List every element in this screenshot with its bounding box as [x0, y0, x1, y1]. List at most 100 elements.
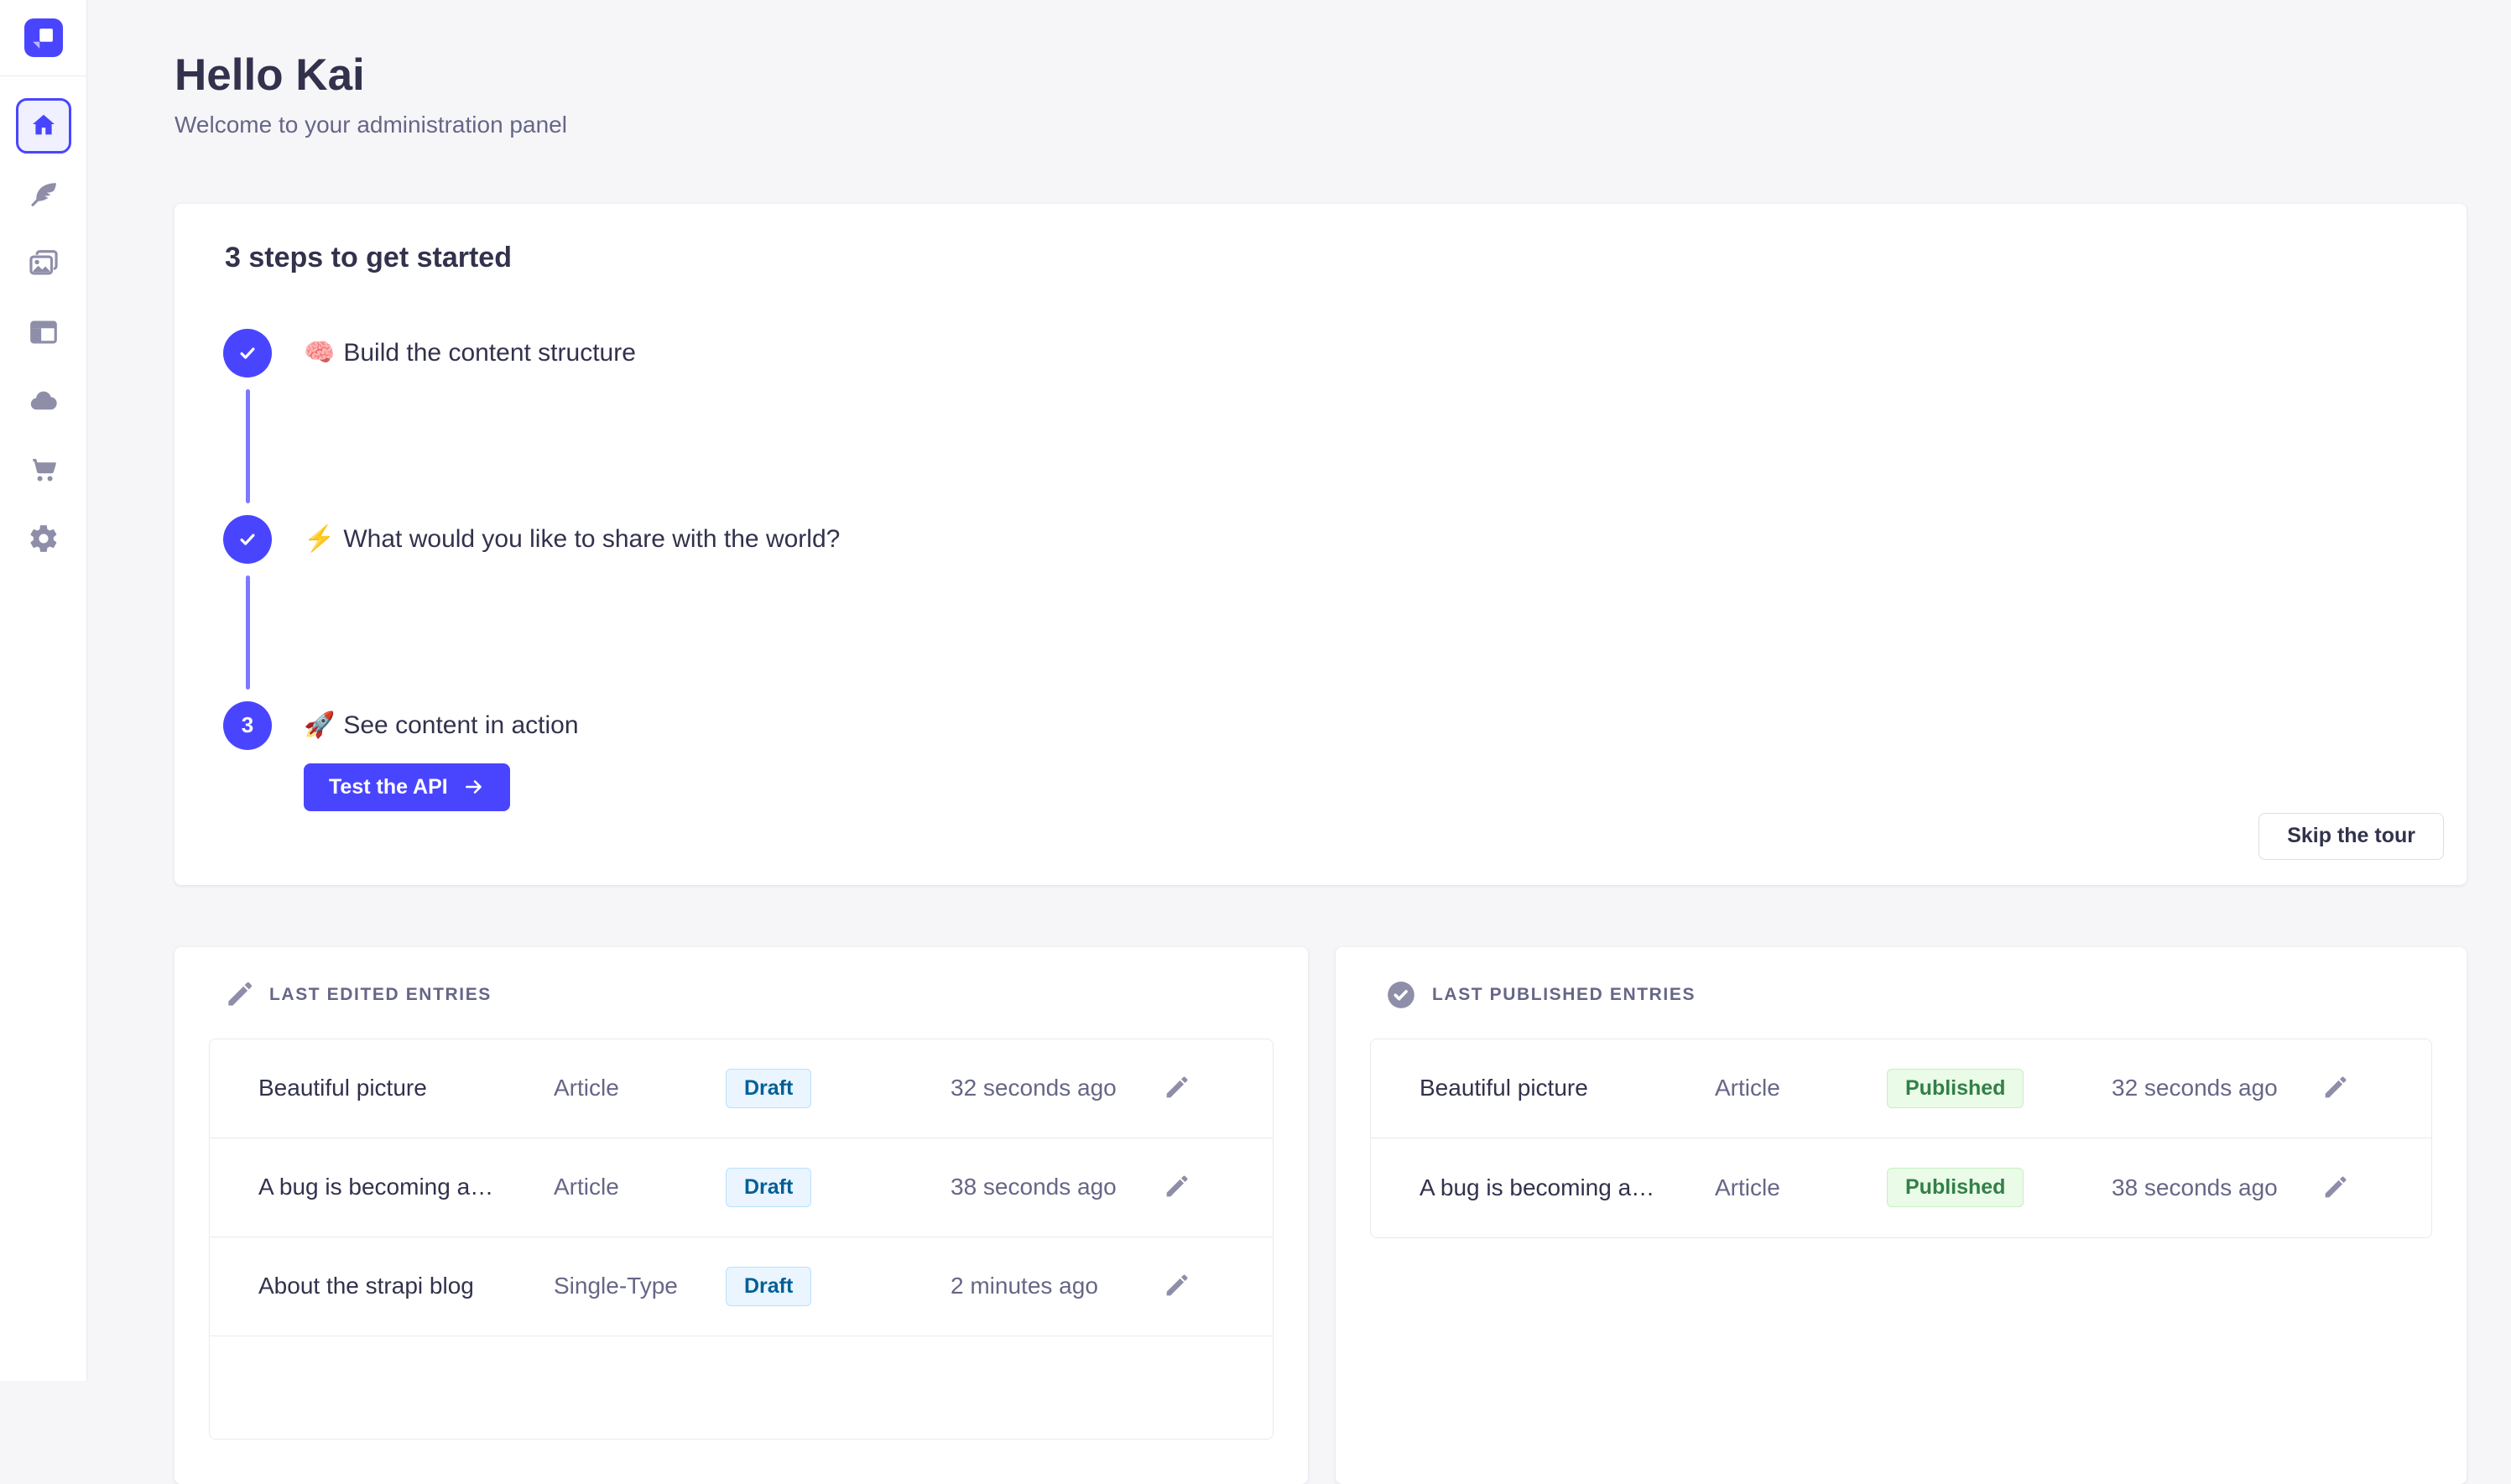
onboarding-step-2: ⚡What would you like to share with the w…	[223, 515, 2444, 701]
edited-entries-table: Beautiful picture Article Draft 32 secon…	[209, 1039, 1274, 1440]
step-track: 3	[223, 701, 272, 811]
step-track	[223, 329, 272, 515]
pencil-icon	[2321, 1174, 2349, 1202]
sidebar-item-home[interactable]	[0, 91, 87, 160]
entry-status: Draft	[726, 1069, 951, 1108]
step-label: 🧠Build the content structure	[304, 329, 636, 378]
edit-entry-button[interactable]	[2318, 1074, 2352, 1102]
step-body: 🚀See content in action Test the API	[272, 701, 579, 811]
home-icon	[29, 111, 59, 141]
rocket-emoji: 🚀	[304, 711, 335, 739]
last-edited-panel: LAST EDITED ENTRIES Beautiful picture Ar…	[175, 947, 1308, 1484]
lightning-emoji: ⚡	[304, 525, 335, 553]
sidebar-item-media-library[interactable]	[0, 229, 87, 298]
pencil-icon	[223, 979, 255, 1011]
sidebar-item-content-type-builder[interactable]	[0, 298, 87, 367]
sidebar-item-marketplace[interactable]	[0, 435, 87, 504]
status-badge: Published	[1887, 1168, 2024, 1207]
entry-title[interactable]: About the strapi blog	[258, 1273, 554, 1299]
pencil-icon	[2321, 1074, 2349, 1102]
table-row[interactable]: A bug is becoming a… Article Published 3…	[1371, 1138, 2431, 1237]
table-row[interactable]: A bug is becoming a… Article Draft 38 se…	[210, 1138, 1273, 1237]
entry-title[interactable]: A bug is becoming a…	[258, 1174, 554, 1200]
onboarding-step-1: 🧠Build the content structure	[223, 329, 2444, 515]
step-label: ⚡What would you like to share with the w…	[304, 515, 840, 564]
cloud-icon	[28, 385, 60, 417]
logo-area	[0, 0, 86, 76]
sidebar	[0, 0, 87, 1381]
step-body: 🧠Build the content structure	[272, 329, 636, 515]
status-badge: Draft	[726, 1168, 811, 1207]
step-body: ⚡What would you like to share with the w…	[272, 515, 840, 701]
entry-status: Published	[1887, 1069, 2112, 1108]
page-title: Hello Kai	[175, 50, 2467, 102]
table-row[interactable]: Beautiful picture Article Draft 32 secon…	[210, 1039, 1273, 1138]
panel-header: LAST EDITED ENTRIES	[209, 978, 1274, 1012]
skip-tour-button[interactable]: Skip the tour	[2258, 813, 2444, 860]
entry-title[interactable]: Beautiful picture	[258, 1075, 554, 1101]
main-content: Hello Kai Welcome to your administration…	[87, 0, 2511, 1484]
edit-entry-button[interactable]	[2318, 1174, 2352, 1202]
published-entries-table: Beautiful picture Article Published 32 s…	[1370, 1039, 2432, 1238]
entry-status: Draft	[726, 1168, 951, 1207]
sidebar-item-content-manager[interactable]	[0, 160, 87, 229]
edit-entry-button[interactable]	[1159, 1074, 1193, 1102]
pencil-icon	[1162, 1173, 1190, 1201]
test-api-button[interactable]: Test the API	[304, 763, 510, 811]
entry-status: Draft	[726, 1267, 951, 1306]
entry-title[interactable]: A bug is becoming a…	[1420, 1174, 1715, 1201]
table-row[interactable]: Beautiful picture Article Published 32 s…	[1371, 1039, 2431, 1138]
entry-time: 32 seconds ago	[951, 1075, 1159, 1101]
entry-time: 2 minutes ago	[951, 1273, 1159, 1299]
panel-title: LAST PUBLISHED ENTRIES	[1432, 985, 1696, 1005]
sidebar-nav	[0, 76, 86, 573]
status-badge: Draft	[726, 1069, 811, 1108]
step-number-marker: 3	[223, 701, 272, 750]
images-icon	[28, 247, 60, 279]
entry-type: Single-Type	[554, 1273, 726, 1299]
layout-icon	[28, 316, 60, 348]
entry-status: Published	[1887, 1168, 2112, 1207]
entry-time: 38 seconds ago	[2112, 1174, 2318, 1201]
status-badge: Published	[1887, 1069, 2024, 1108]
entry-title[interactable]: Beautiful picture	[1420, 1075, 1715, 1101]
check-icon	[235, 527, 260, 552]
strapi-logo	[24, 18, 63, 57]
active-indicator	[16, 98, 71, 154]
last-published-panel: LAST PUBLISHED ENTRIES Beautiful picture…	[1336, 947, 2467, 1484]
pencil-icon	[1162, 1074, 1190, 1102]
entry-type: Article	[1715, 1075, 1887, 1101]
step-label: 🚀See content in action	[304, 701, 579, 750]
panel-header: LAST PUBLISHED ENTRIES	[1370, 978, 2432, 1012]
page-header: Hello Kai Welcome to your administration…	[175, 0, 2467, 138]
entry-time: 32 seconds ago	[2112, 1075, 2318, 1101]
table-row[interactable]: About the strapi blog Single-Type Draft …	[210, 1237, 1273, 1336]
step-done-marker	[223, 515, 272, 564]
edit-entry-button[interactable]	[1159, 1173, 1193, 1201]
onboarding-step-3: 3 🚀See content in action Test the API	[223, 701, 2444, 811]
edit-entry-button[interactable]	[1159, 1272, 1193, 1300]
sidebar-item-cloud[interactable]	[0, 367, 87, 435]
entries-section: LAST EDITED ENTRIES Beautiful picture Ar…	[175, 947, 2467, 1484]
page-subtitle: Welcome to your administration panel	[175, 112, 2467, 138]
arrow-right-icon	[463, 776, 485, 798]
onboarding-title: 3 steps to get started	[225, 242, 2444, 274]
check-circle-icon	[1384, 978, 1418, 1012]
check-icon	[235, 341, 260, 366]
entry-type: Article	[554, 1174, 726, 1200]
entry-time: 38 seconds ago	[951, 1174, 1159, 1200]
panel-title: LAST EDITED ENTRIES	[269, 985, 492, 1005]
step-connector	[246, 575, 250, 690]
entry-type: Article	[554, 1075, 726, 1101]
step-connector	[246, 389, 250, 503]
onboarding-card: 3 steps to get started 🧠Build the conten…	[175, 204, 2467, 885]
feather-icon	[28, 179, 60, 211]
brain-emoji: 🧠	[304, 339, 335, 367]
status-badge: Draft	[726, 1267, 811, 1306]
pencil-icon	[1162, 1272, 1190, 1300]
sidebar-item-settings[interactable]	[0, 504, 87, 573]
entry-type: Article	[1715, 1174, 1887, 1201]
step-done-marker	[223, 329, 272, 378]
strapi-logo-icon	[24, 18, 63, 57]
cart-icon	[28, 454, 60, 486]
